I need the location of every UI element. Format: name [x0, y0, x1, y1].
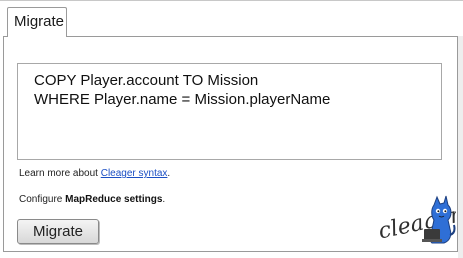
top-border: [0, 0, 463, 1]
migrate-panel: COPY Player.account TO Mission WHERE Pla…: [3, 36, 458, 252]
cleager-syntax-link[interactable]: Cleager syntax: [101, 168, 168, 179]
window-edge: [458, 36, 463, 258]
mapreduce-settings-link[interactable]: MapReduce settings: [65, 194, 162, 205]
learn-more-suffix: .: [167, 168, 171, 179]
tab-label: Migrate: [14, 13, 65, 30]
query-editor[interactable]: COPY Player.account TO Mission WHERE Pla…: [17, 63, 442, 160]
migrate-button[interactable]: Migrate: [17, 219, 99, 244]
configure-text: Configure MapReduce settings.: [19, 194, 165, 205]
query-line-2: WHERE Player.name = Mission.playerName: [34, 91, 331, 108]
tab-migrate[interactable]: Migrate: [7, 7, 67, 37]
cleager-logo: cleager: [376, 195, 456, 245]
configure-prefix: Configure: [19, 194, 66, 205]
learn-more-text: Learn more about Cleager syntax.: [19, 168, 170, 179]
configure-suffix: .: [162, 194, 166, 205]
learn-more-prefix: Learn more about: [19, 168, 101, 179]
query-line-1: COPY Player.account TO Mission: [34, 72, 259, 89]
